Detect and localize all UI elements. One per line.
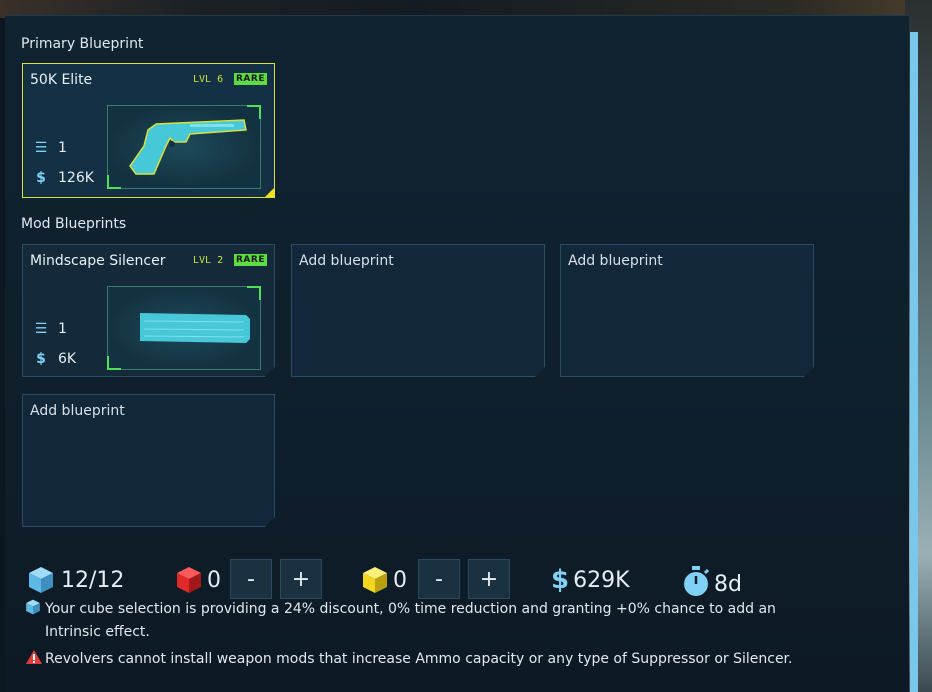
weapon-preview xyxy=(107,105,261,189)
yellow-cube-decrement-button[interactable]: - xyxy=(418,559,460,599)
cube-icon xyxy=(175,565,203,595)
cube-icon xyxy=(27,565,55,595)
quantity-stat: ☰ 1 xyxy=(32,140,67,156)
add-blueprint-slot[interactable]: Add blueprint xyxy=(22,394,275,527)
dollar-icon: $ xyxy=(36,170,46,186)
discount-line-1: Your cube selection is providing a 24% d… xyxy=(45,601,776,617)
blue-cube-value: 12/12 xyxy=(61,567,125,593)
warning-note: Revolvers cannot install weapon mods tha… xyxy=(25,648,792,671)
quantity-stat: ☰ 1 xyxy=(32,321,67,337)
discount-line-2: Intrinsic effect. xyxy=(45,624,150,640)
primary-blueprint-card[interactable]: 50K Elite LVL 6 RARE ☰ 1 $ 126K xyxy=(22,63,275,198)
price-value: 6K xyxy=(58,351,77,367)
rarity-badge: RARE xyxy=(236,255,265,265)
price-stat: $ 6K xyxy=(32,351,76,367)
red-cube-increment-button[interactable]: + xyxy=(280,559,322,599)
add-blueprint-label: Add blueprint xyxy=(30,403,125,419)
red-cube-decrement-button[interactable]: - xyxy=(230,559,272,599)
blueprint-name: Mindscape Silencer xyxy=(30,253,166,269)
warning-icon xyxy=(25,648,45,671)
dollar-icon: $ xyxy=(36,351,46,367)
credits-value: 629K xyxy=(573,567,630,593)
add-blueprint-label: Add blueprint xyxy=(299,253,394,269)
cube-icon xyxy=(25,598,45,621)
yellow-cube-count: 0 xyxy=(361,565,407,595)
level-label: LVL 6 xyxy=(193,74,224,85)
card-corner-marker xyxy=(265,188,274,197)
price-stat: $ 126K xyxy=(32,170,94,186)
add-blueprint-label: Add blueprint xyxy=(568,253,663,269)
mod-blueprint-card[interactable]: Mindscape Silencer LVL 2 RARE ☰ 1 $ 6K xyxy=(22,244,275,377)
cube-icon xyxy=(361,565,389,595)
quantity-value: 1 xyxy=(58,321,67,337)
warning-text: Revolvers cannot install weapon mods tha… xyxy=(45,651,793,667)
discount-note: Your cube selection is providing a 24% d… xyxy=(25,598,776,644)
blue-cube-count: 12/12 xyxy=(27,565,124,595)
price-value: 126K xyxy=(58,170,94,186)
add-blueprint-slot[interactable]: Add blueprint xyxy=(291,244,545,377)
silencer-icon xyxy=(134,309,254,349)
bracket-top-right xyxy=(247,286,261,300)
level-label: LVL 2 xyxy=(193,255,224,266)
mod-preview xyxy=(107,286,261,370)
bracket-bottom-left xyxy=(107,175,121,189)
crafting-panel: Primary Blueprint 50K Elite LVL 6 RARE ☰… xyxy=(5,15,909,692)
time-value: 8d xyxy=(714,571,742,597)
mod-blueprints-title: Mod Blueprints xyxy=(21,216,127,232)
stack-icon: ☰ xyxy=(34,321,48,337)
blueprint-name: 50K Elite xyxy=(30,72,93,88)
yellow-cube-value: 0 xyxy=(393,567,407,593)
add-blueprint-slot[interactable]: Add blueprint xyxy=(560,244,814,377)
dollar-icon: $ xyxy=(551,565,570,595)
revolver-icon xyxy=(129,119,247,175)
bracket-bottom-left xyxy=(107,356,121,370)
rarity-badge: RARE xyxy=(234,73,267,85)
stack-icon: ☰ xyxy=(34,140,48,156)
red-cube-value: 0 xyxy=(207,567,221,593)
primary-blueprint-title: Primary Blueprint xyxy=(21,36,144,52)
yellow-cube-increment-button[interactable]: + xyxy=(468,559,510,599)
quantity-value: 1 xyxy=(58,140,67,156)
scrollbar[interactable] xyxy=(910,32,918,692)
red-cube-count: 0 xyxy=(175,565,221,595)
credits-display: $ 629K xyxy=(551,565,630,595)
